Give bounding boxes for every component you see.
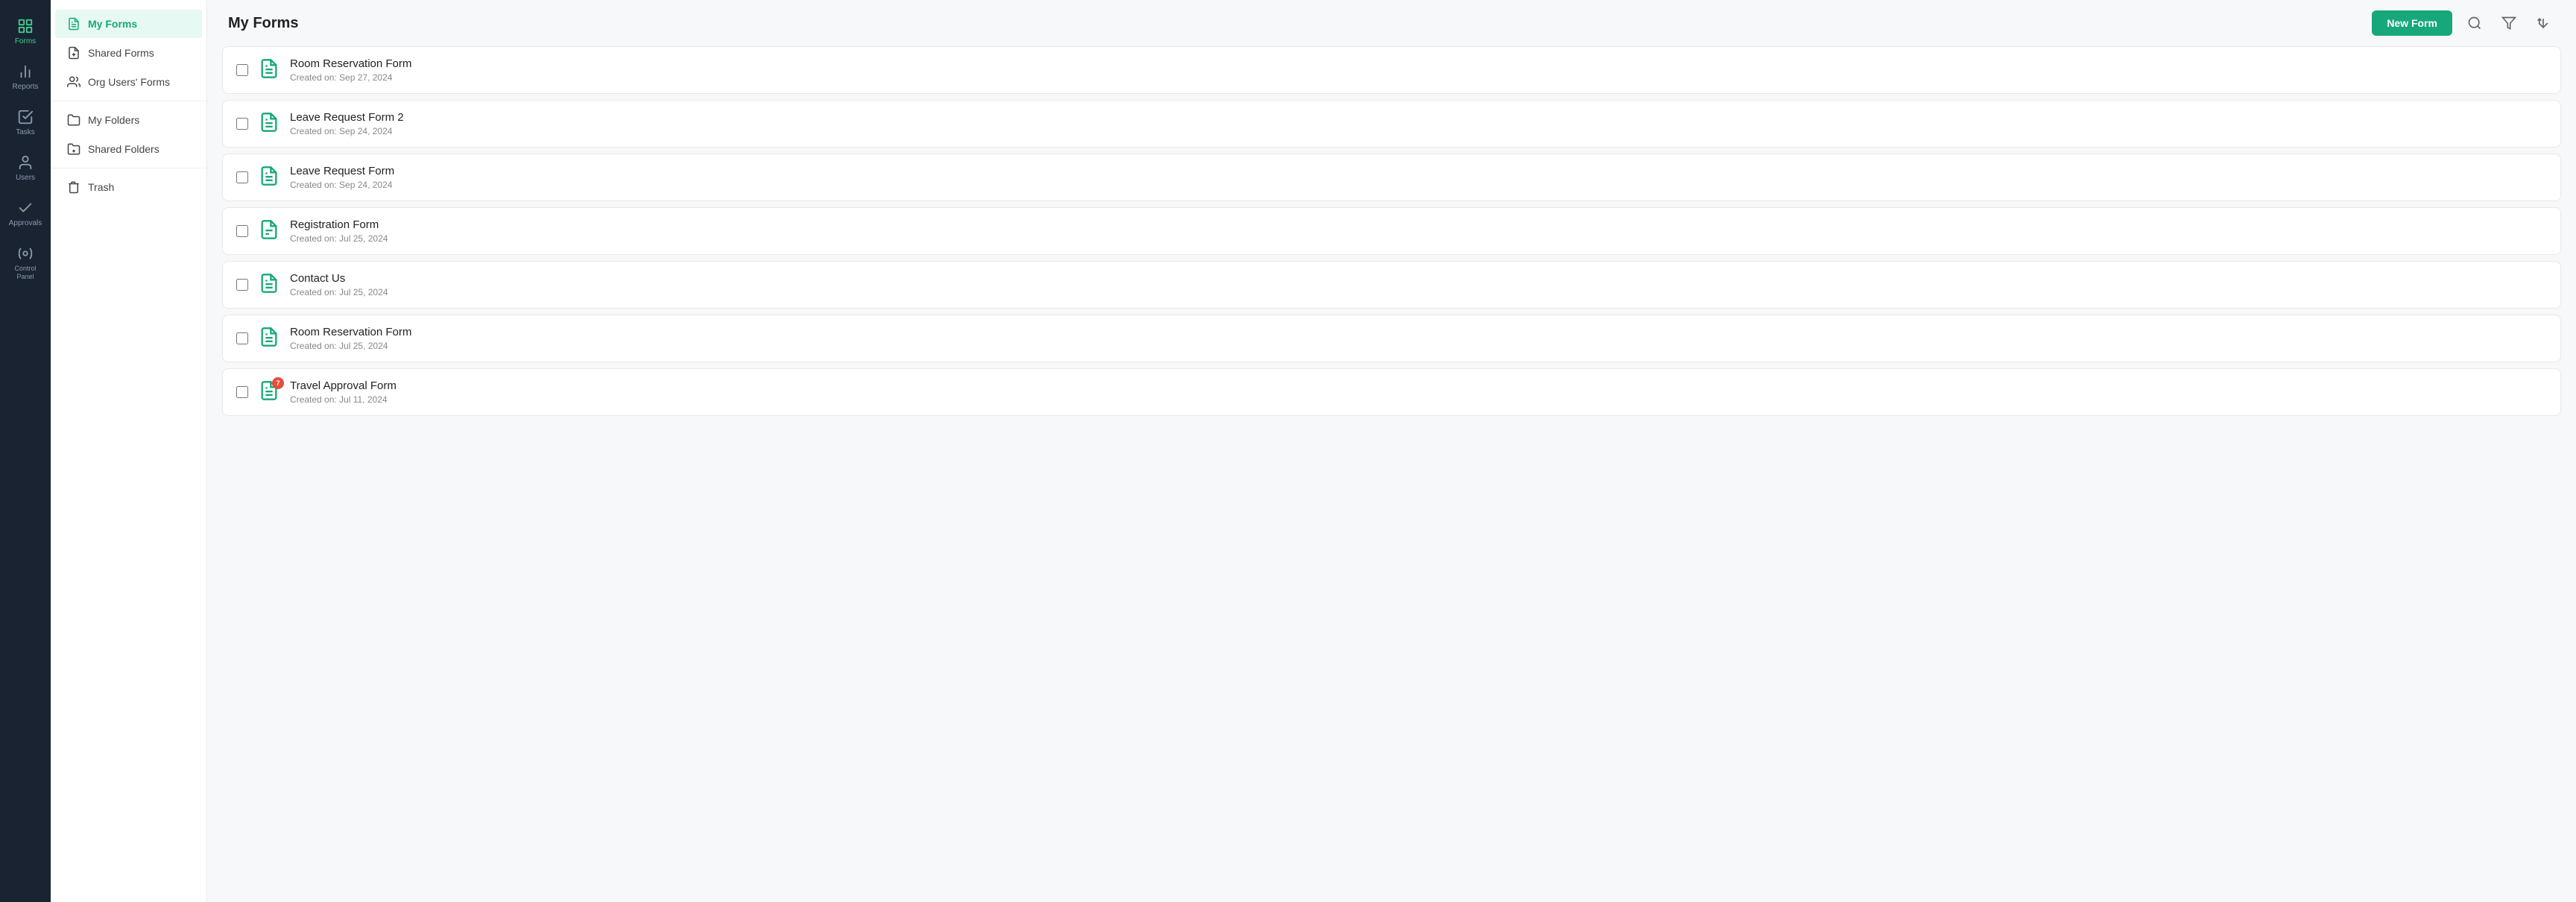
form-checkbox[interactable] — [236, 64, 248, 76]
nav-item-forms[interactable]: Forms — [4, 10, 46, 53]
sidebar-item-org-users-forms[interactable]: Org Users' Forms — [55, 68, 202, 96]
search-icon — [2467, 16, 2482, 31]
form-row[interactable]: Leave Request Form 2 Created on: Sep 24, … — [222, 100, 2561, 148]
form-row[interactable]: Leave Request Form Created on: Sep 24, 20… — [222, 154, 2561, 201]
my-forms-icon — [67, 17, 80, 31]
approvals-icon — [17, 200, 34, 216]
main-content: My Forms New Form — [207, 0, 2576, 902]
filter-icon — [2501, 16, 2516, 31]
form-icon — [259, 219, 280, 240]
sort-button[interactable] — [2531, 11, 2555, 35]
form-name: Room Reservation Form — [290, 57, 2547, 70]
form-checkbox[interactable] — [236, 225, 248, 237]
form-date: Created on: Jul 25, 2024 — [290, 287, 2547, 297]
reports-icon — [17, 63, 34, 80]
form-info: Leave Request Form Created on: Sep 24, 20… — [290, 165, 2547, 190]
form-date: Created on: Jul 25, 2024 — [290, 341, 2547, 351]
shared-forms-icon — [67, 46, 80, 60]
form-checkbox[interactable] — [236, 118, 248, 130]
sidebar-item-my-forms[interactable]: My Forms — [55, 10, 202, 38]
form-date: Created on: Jul 11, 2024 — [290, 394, 2547, 405]
form-checkbox[interactable] — [236, 332, 248, 344]
sidebar-my-forms-label: My Forms — [88, 18, 137, 30]
control-panel-icon — [17, 245, 34, 262]
sidebar-org-forms-label: Org Users' Forms — [88, 76, 170, 88]
sidebar-item-shared-forms[interactable]: Shared Forms — [55, 39, 202, 67]
forms-list: Room Reservation Form Created on: Sep 27,… — [207, 46, 2576, 902]
form-info: Leave Request Form 2 Created on: Sep 24, … — [290, 111, 2547, 136]
sidebar-item-shared-folders[interactable]: Shared Folders — [55, 135, 202, 163]
sidebar-item-trash[interactable]: Trash — [55, 173, 202, 201]
form-info: Room Reservation Form Created on: Jul 25,… — [290, 326, 2547, 351]
form-icon — [259, 165, 280, 186]
nav-users-label: Users — [16, 174, 35, 182]
nav-control-panel-label: Control Panel — [10, 265, 40, 281]
form-icon-wrap — [259, 273, 280, 297]
form-name: Leave Request Form — [290, 165, 2547, 177]
nav-item-approvals[interactable]: Approvals — [4, 192, 46, 235]
nav-item-control-panel[interactable]: Control Panel — [4, 238, 46, 288]
search-button[interactable] — [2463, 11, 2487, 35]
form-row[interactable]: Room Reservation Form Created on: Jul 25,… — [222, 315, 2561, 362]
filter-button[interactable] — [2497, 11, 2521, 35]
header-actions: New Form — [2372, 10, 2555, 36]
form-date: Created on: Sep 24, 2024 — [290, 180, 2547, 190]
forms-icon — [17, 18, 34, 34]
form-info: Registration Form Created on: Jul 25, 202… — [290, 218, 2547, 244]
nav-bar: Forms Reports Tasks Users Approvals Cont… — [0, 0, 51, 902]
form-icon-wrap — [259, 165, 280, 190]
sidebar-item-my-folders[interactable]: My Folders — [55, 106, 202, 134]
form-name: Registration Form — [290, 218, 2547, 231]
my-folders-icon — [67, 113, 80, 127]
sort-icon — [2536, 16, 2551, 31]
nav-reports-label: Reports — [12, 83, 38, 91]
form-date: Created on: Jul 25, 2024 — [290, 233, 2547, 244]
nav-forms-label: Forms — [15, 37, 36, 45]
form-info: Travel Approval Form Created on: Jul 11, … — [290, 379, 2547, 405]
form-row[interactable]: Contact Us Created on: Jul 25, 2024 — [222, 261, 2561, 309]
form-info: Contact Us Created on: Jul 25, 2024 — [290, 272, 2547, 297]
form-icon-wrap — [259, 219, 280, 244]
form-name: Room Reservation Form — [290, 326, 2547, 338]
form-icon — [259, 273, 280, 294]
form-date: Created on: Sep 27, 2024 — [290, 72, 2547, 83]
tasks-icon — [17, 109, 34, 125]
nav-tasks-label: Tasks — [16, 128, 35, 136]
trash-icon — [67, 180, 80, 194]
form-icon — [259, 112, 280, 133]
sidebar: My Forms Shared Forms Org Users' Forms M… — [51, 0, 207, 902]
page-title: My Forms — [228, 15, 298, 32]
nav-item-users[interactable]: Users — [4, 147, 46, 189]
form-icon-wrap — [259, 58, 280, 83]
form-name: Travel Approval Form — [290, 379, 2547, 392]
users-icon — [17, 154, 34, 171]
form-checkbox[interactable] — [236, 171, 248, 183]
sidebar-trash-label: Trash — [88, 181, 114, 193]
nav-item-reports[interactable]: Reports — [4, 56, 46, 98]
form-row[interactable]: Room Reservation Form Created on: Sep 27,… — [222, 46, 2561, 94]
form-icon — [259, 58, 280, 79]
form-icon-wrap — [259, 327, 280, 351]
sidebar-shared-folders-label: Shared Folders — [88, 143, 160, 155]
form-checkbox[interactable] — [236, 386, 248, 398]
form-name: Contact Us — [290, 272, 2547, 285]
nav-item-tasks[interactable]: Tasks — [4, 101, 46, 144]
form-icon-wrap — [259, 112, 280, 136]
form-checkbox[interactable] — [236, 279, 248, 291]
main-header: My Forms New Form — [207, 0, 2576, 46]
form-badge: 7 — [272, 377, 284, 389]
nav-approvals-label: Approvals — [9, 219, 42, 227]
form-icon-wrap: 7 — [259, 380, 280, 405]
org-users-forms-icon — [67, 75, 80, 89]
sidebar-shared-forms-label: Shared Forms — [88, 47, 154, 59]
sidebar-my-folders-label: My Folders — [88, 114, 139, 126]
form-row[interactable]: 7 Travel Approval Form Created on: Jul 11,… — [222, 368, 2561, 416]
new-form-button[interactable]: New Form — [2372, 10, 2452, 36]
form-row[interactable]: Registration Form Created on: Jul 25, 202… — [222, 207, 2561, 255]
form-icon — [259, 327, 280, 347]
form-date: Created on: Sep 24, 2024 — [290, 126, 2547, 136]
shared-folders-icon — [67, 142, 80, 156]
form-name: Leave Request Form 2 — [290, 111, 2547, 124]
form-info: Room Reservation Form Created on: Sep 27,… — [290, 57, 2547, 83]
